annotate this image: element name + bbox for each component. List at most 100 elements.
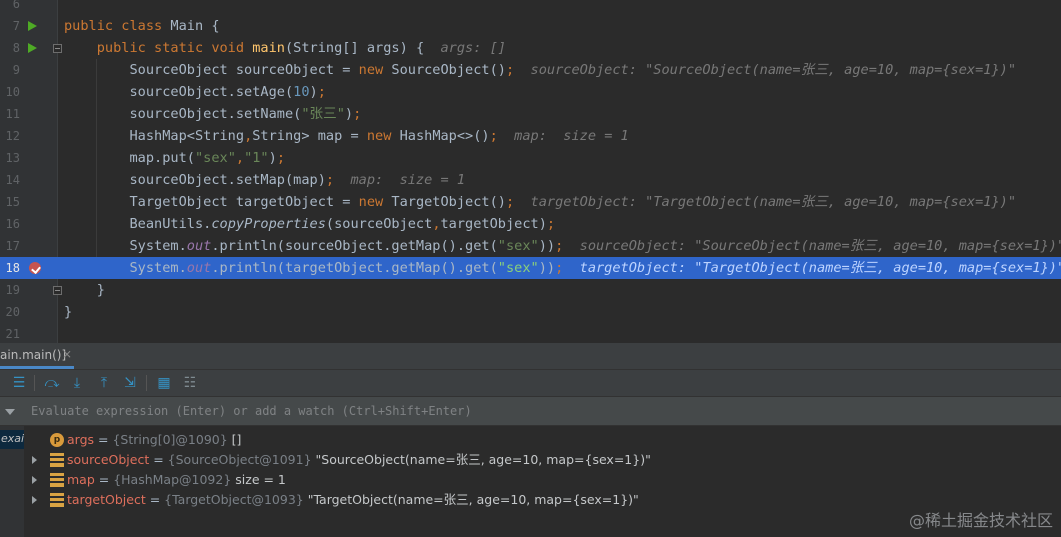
line-number[interactable]: 7 [0,15,20,37]
code-editor[interactable]: 6 7 public class Main { 8 public static voi… [0,0,1061,343]
variable-type: {TargetObject@1093} [164,492,304,507]
code-text: public class Main { [64,15,220,37]
line-number[interactable]: 17 [0,235,20,257]
equals-sign: = [145,492,165,507]
toolbar-separator [146,375,147,391]
evaluate-expression-icon[interactable]: ▦ [155,374,173,392]
line-number[interactable]: 14 [0,169,20,191]
code-text: sourceObject.setName("张三"); [64,103,361,125]
equals-sign: = [149,452,168,467]
variable-type: {SourceObject@1091} [167,452,312,467]
code-lines: 6 7 public class Main { 8 public static voi… [0,0,1061,343]
variable-row[interactable]: targetObject = {TargetObject@1093} "Targ… [25,490,1061,510]
code-line: 14 sourceObject.setMap(map); map: size =… [0,169,1061,191]
variable-text: map = {HashMap@1092} size = 1 [67,470,286,490]
variable-text: args = {String[0]@1090} [] [67,430,241,450]
line-number[interactable]: 18 [0,257,20,279]
code-token: } [64,282,105,298]
code-text: SourceObject sourceObject = new SourceOb… [64,59,1016,81]
code-token: System. [64,260,187,276]
breakpoint-icon[interactable] [29,262,41,274]
code-token: public class [64,18,171,34]
inline-debug-value: targetObject: "TargetObject(name=张三, age… [514,194,1017,210]
code-token: ; [505,62,515,78]
code-text: } [64,301,72,323]
frame-tab[interactable]: ain.main()] [0,348,66,362]
code-token: new [358,62,392,78]
code-token: 10 [293,84,310,100]
run-gutter-icon[interactable] [28,21,37,31]
expand-arrow-icon[interactable] [32,476,37,484]
toolbar-separator [34,375,35,391]
variable-text: sourceObject = {SourceObject@1091} "Sour… [67,450,651,470]
step-over-icon[interactable]: ⤼ [43,374,61,392]
show-execution-point-icon[interactable]: ☰ [10,374,28,392]
line-number[interactable]: 8 [0,37,20,59]
code-line: 21 [0,323,1061,343]
line-number[interactable]: 10 [0,81,20,103]
code-token: targetObject) [440,216,547,232]
code-token: "sex" [194,150,236,166]
code-line: 17 System.out.println(sourceObject.getMa… [0,235,1061,257]
variable-name: targetObject [67,492,146,507]
code-token: ; [325,172,335,188]
run-to-cursor-icon[interactable]: ⇲ [121,374,139,392]
code-text: TargetObject targetObject = new TargetOb… [64,191,1016,213]
code-token: ; [317,84,326,100]
code-token: copyProperties [211,216,326,232]
code-line: 10 sourceObject.setAge(10); [0,81,1061,103]
line-number[interactable]: 21 [0,323,20,343]
code-token: BeanUtils. [64,216,212,232]
expand-arrow-icon[interactable] [32,456,37,464]
variable-row[interactable]: p args = {String[0]@1090} [] [25,430,1061,450]
current-execution-line: 18 System.out.println(targetObject.getMa… [0,257,1061,279]
variable-type: {HashMap@1092} [113,472,232,487]
step-out-icon[interactable]: ⤒ [95,374,113,392]
code-line: 15 TargetObject targetObject = new Targe… [0,191,1061,213]
collapse-arrow-icon[interactable] [5,409,15,415]
code-token: sourceObject.setAge( [64,84,294,100]
code-token: TargetObject targetObject = [64,194,359,210]
frame-item[interactable]: exai [0,430,24,449]
parameter-icon: p [50,433,64,447]
code-token: System. [64,238,187,254]
code-line: 16 BeanUtils.copyProperties(sourceObject… [0,213,1061,235]
close-icon[interactable]: ⨯ [62,347,72,361]
line-number[interactable]: 12 [0,125,20,147]
code-token: .println(targetObject.getMap().get( [211,260,498,276]
fold-icon[interactable] [53,44,62,53]
fold-icon[interactable] [53,286,62,295]
line-number[interactable]: 13 [0,147,20,169]
run-gutter-icon[interactable] [28,43,37,53]
variable-row[interactable]: map = {HashMap@1092} size = 1 [25,470,1061,490]
line-number[interactable]: 16 [0,213,20,235]
code-text: sourceObject.setAge(10); [64,81,326,103]
code-token: new [358,194,392,210]
line-number[interactable]: 9 [0,59,20,81]
code-token: new [366,128,400,144]
code-token: , [432,216,441,232]
field-icon [50,493,64,507]
code-line: 11 sourceObject.setName("张三"); [0,103,1061,125]
code-text: sourceObject.setMap(map); map: size = 1 [64,169,465,191]
line-number[interactable]: 15 [0,191,20,213]
code-token: ; [353,106,362,122]
variable-value: size = 1 [231,472,286,487]
code-line: 6 [0,0,1061,15]
code-text: public static void main(String[] args) {… [64,37,506,59]
code-token: main [252,40,285,56]
expand-arrow-icon[interactable] [32,496,37,504]
active-tab-indicator [0,366,74,369]
evaluate-expression-input[interactable] [25,397,1061,425]
trace-stream-icon[interactable]: ☷ [181,374,199,392]
line-number[interactable]: 11 [0,103,20,125]
step-into-icon[interactable]: ⤓ [68,374,86,392]
code-token: ; [489,128,498,144]
inline-debug-value: sourceObject: "SourceObject(name=张三, age… [563,238,1061,254]
line-number[interactable]: 6 [0,0,20,15]
variable-row[interactable]: sourceObject = {SourceObject@1091} "Sour… [25,450,1061,470]
code-token: )) [538,238,556,254]
inline-debug-value: sourceObject: "SourceObject(name=张三, age… [514,62,1017,78]
line-number[interactable]: 19 [0,279,20,301]
line-number[interactable]: 20 [0,301,20,323]
